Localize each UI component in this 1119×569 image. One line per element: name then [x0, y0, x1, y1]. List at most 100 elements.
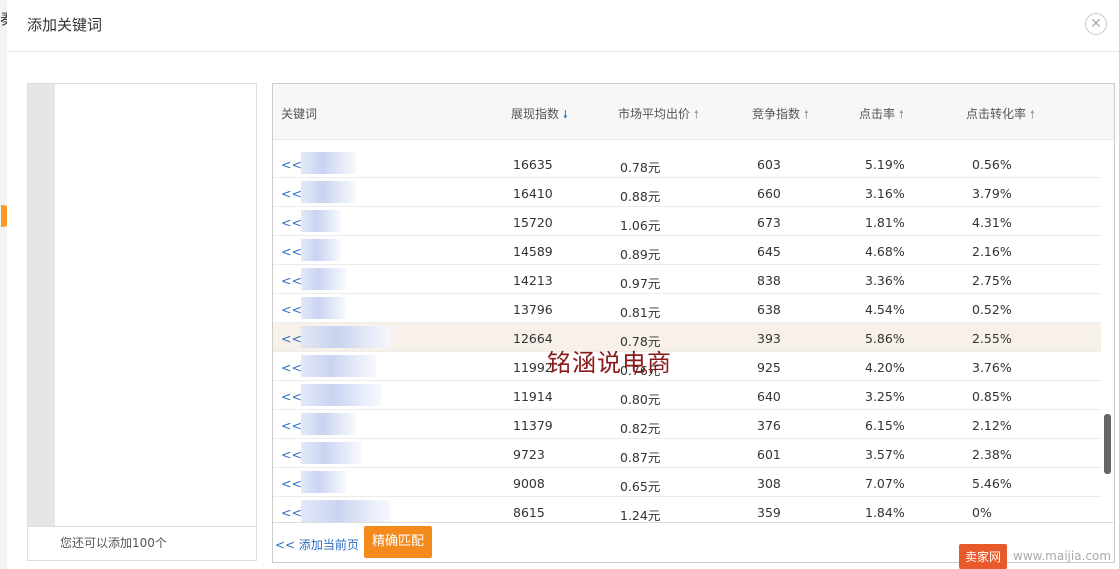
table-row[interactable]: << 8615 1.24元 359 1.84% 0%: [273, 497, 1101, 524]
col-avg-price[interactable]: 市场平均出价 🠕: [618, 105, 699, 125]
table-row[interactable]: << 16410 0.88元 660 3.16% 3.79%: [273, 178, 1101, 207]
avg-price-cell: 0.82元: [620, 421, 661, 436]
competition-cell: 601: [757, 447, 781, 462]
col-competition[interactable]: 竞争指数 🠕: [752, 105, 809, 125]
col-ctr[interactable]: 点击率 🠕: [859, 105, 904, 125]
table-row[interactable]: << 9723 0.87元 601 3.57% 2.38%: [273, 439, 1101, 468]
show-index-cell: 13796: [513, 302, 553, 317]
conversion-cell: 0.52%: [972, 302, 1012, 317]
show-index-cell: 9723: [513, 447, 545, 462]
ctr-cell: 3.57%: [865, 447, 905, 462]
table-row[interactable]: << 14589 0.89元 645 4.68% 2.16%: [273, 236, 1101, 265]
competition-cell: 640: [757, 389, 781, 404]
ctr-cell: 3.25%: [865, 389, 905, 404]
add-keyword-link[interactable]: <<: [281, 476, 302, 491]
site-watermark-badge: 卖家网 www.maijia.com: [959, 543, 1111, 569]
ctr-cell: 5.86%: [865, 331, 905, 346]
conversion-cell: 2.75%: [972, 273, 1012, 288]
add-keyword-link[interactable]: <<: [281, 360, 302, 375]
keyword-text-redacted: [301, 471, 346, 493]
show-index-cell: 16635: [513, 157, 553, 172]
table-row[interactable]: << 11379 0.82元 376 6.15% 2.12%: [273, 410, 1101, 439]
add-keyword-dialog: 添加关键词 ✕ 您还可以添加100个 关键词 展现指数 🠗 市场平均出价 🠕 竞争指…: [7, 0, 1119, 569]
keyword-text-redacted: [301, 210, 341, 232]
table-row[interactable]: << 16635 0.78元 603 5.19% 0.56%: [273, 149, 1101, 178]
avg-price-cell: 0.65元: [620, 479, 661, 494]
competition-cell: 925: [757, 360, 781, 375]
page: 奏 添加关键词 ✕ 您还可以添加100个 关键词 展现指数🠗 市场平均出价🠕 竞…: [0, 0, 1119, 569]
competition-cell: 376: [757, 418, 781, 433]
keyword-text-redacted: [301, 355, 376, 377]
table-row[interactable]: << 13796 0.81元 638 4.54% 0.52%: [273, 294, 1101, 323]
keyword-text-redacted: [301, 239, 341, 261]
selected-list-gutter: [28, 84, 55, 527]
add-keyword-link[interactable]: <<: [281, 215, 302, 230]
keyword-text-redacted: [301, 413, 356, 435]
add-keyword-link[interactable]: <<: [281, 331, 302, 346]
col-keyword: 关键词: [281, 107, 318, 121]
sort-up-icon[interactable]: 🠕: [1030, 108, 1035, 121]
competition-cell: 393: [757, 331, 781, 346]
add-keyword-link[interactable]: <<: [281, 302, 302, 317]
add-keyword-link[interactable]: <<: [281, 447, 302, 462]
add-keyword-link[interactable]: <<: [281, 505, 302, 520]
selected-keywords-panel: 您还可以添加100个: [27, 83, 257, 561]
competition-cell: 838: [757, 273, 781, 288]
col-show-index[interactable]: 展现指数 🠗: [511, 105, 568, 125]
table-row[interactable]: << 11914 0.80元 640 3.25% 0.85%: [273, 381, 1101, 410]
conversion-cell: 2.38%: [972, 447, 1012, 462]
add-keyword-link[interactable]: <<: [281, 157, 302, 172]
avg-price-cell: 0.80元: [620, 392, 661, 407]
show-index-cell: 14589: [513, 244, 553, 259]
ctr-cell: 3.36%: [865, 273, 905, 288]
ctr-cell: 4.54%: [865, 302, 905, 317]
add-current-page-link[interactable]: << 添加当前页: [275, 536, 359, 553]
competition-cell: 660: [757, 186, 781, 201]
sort-up-icon[interactable]: 🠕: [804, 108, 809, 121]
add-keyword-link[interactable]: <<: [281, 244, 302, 259]
exact-match-button[interactable]: 精确匹配: [364, 526, 432, 558]
keyword-text-redacted: [301, 326, 391, 348]
keyword-text-redacted: [301, 152, 356, 174]
ctr-cell: 1.81%: [865, 215, 905, 230]
show-index-cell: 11914: [513, 389, 553, 404]
keyword-table-panel: 关键词 展现指数 🠗 市场平均出价 🠕 竞争指数 🠕 点击率 🠕 点击转化率 🠕 << 16…: [272, 83, 1115, 563]
table-row[interactable]: << 15720 1.06元 673 1.81% 4.31%: [273, 207, 1101, 236]
conversion-cell: 0.56%: [972, 157, 1012, 172]
keyword-text-redacted: [301, 500, 391, 522]
background-page-edge: 奏: [0, 0, 15, 569]
dialog-header: 添加关键词 ✕: [7, 0, 1119, 52]
show-index-cell: 11379: [513, 418, 553, 433]
competition-cell: 308: [757, 476, 781, 491]
avg-price-cell: 0.88元: [620, 189, 661, 204]
table-row[interactable]: << 14213 0.97元 838 3.36% 2.75%: [273, 265, 1101, 294]
remaining-count-text: 您还可以添加100个: [28, 526, 256, 560]
table-header: 关键词 展现指数 🠗 市场平均出价 🠕 竞争指数 🠕 点击率 🠕 点击转化率 🠕: [273, 84, 1114, 140]
table-row[interactable]: << 9008 0.65元 308 7.07% 5.46%: [273, 468, 1101, 497]
add-keyword-link[interactable]: <<: [281, 273, 302, 288]
scrollbar-thumb[interactable]: [1104, 414, 1111, 474]
close-icon[interactable]: ✕: [1085, 13, 1107, 35]
ctr-cell: 7.07%: [865, 476, 905, 491]
conversion-cell: 0%: [972, 505, 992, 520]
keyword-text-redacted: [301, 384, 381, 406]
table-row[interactable]: << 12664 0.78元 393 5.86% 2.55%: [273, 323, 1101, 352]
keyword-text-redacted: [301, 297, 346, 319]
watermark-text: 铭涵说电商: [547, 349, 672, 377]
table-scrollbar[interactable]: [1104, 140, 1111, 524]
keyword-text-redacted: [301, 268, 346, 290]
add-keyword-link[interactable]: <<: [281, 389, 302, 404]
col-conversion[interactable]: 点击转化率 🠕: [966, 105, 1035, 125]
sort-up-icon[interactable]: 🠕: [899, 108, 904, 121]
add-keyword-link[interactable]: <<: [281, 418, 302, 433]
add-keyword-link[interactable]: <<: [281, 186, 302, 201]
conversion-cell: 5.46%: [972, 476, 1012, 491]
ctr-cell: 5.19%: [865, 157, 905, 172]
table-row[interactable]: << 11992 0.76元 925 4.20% 3.76%: [273, 352, 1101, 381]
competition-cell: 603: [757, 157, 781, 172]
sort-down-icon[interactable]: 🠗: [563, 108, 568, 121]
show-index-cell: 9008: [513, 476, 545, 491]
sort-up-icon[interactable]: 🠕: [694, 108, 699, 121]
conversion-cell: 2.55%: [972, 331, 1012, 346]
show-index-cell: 8615: [513, 505, 545, 520]
